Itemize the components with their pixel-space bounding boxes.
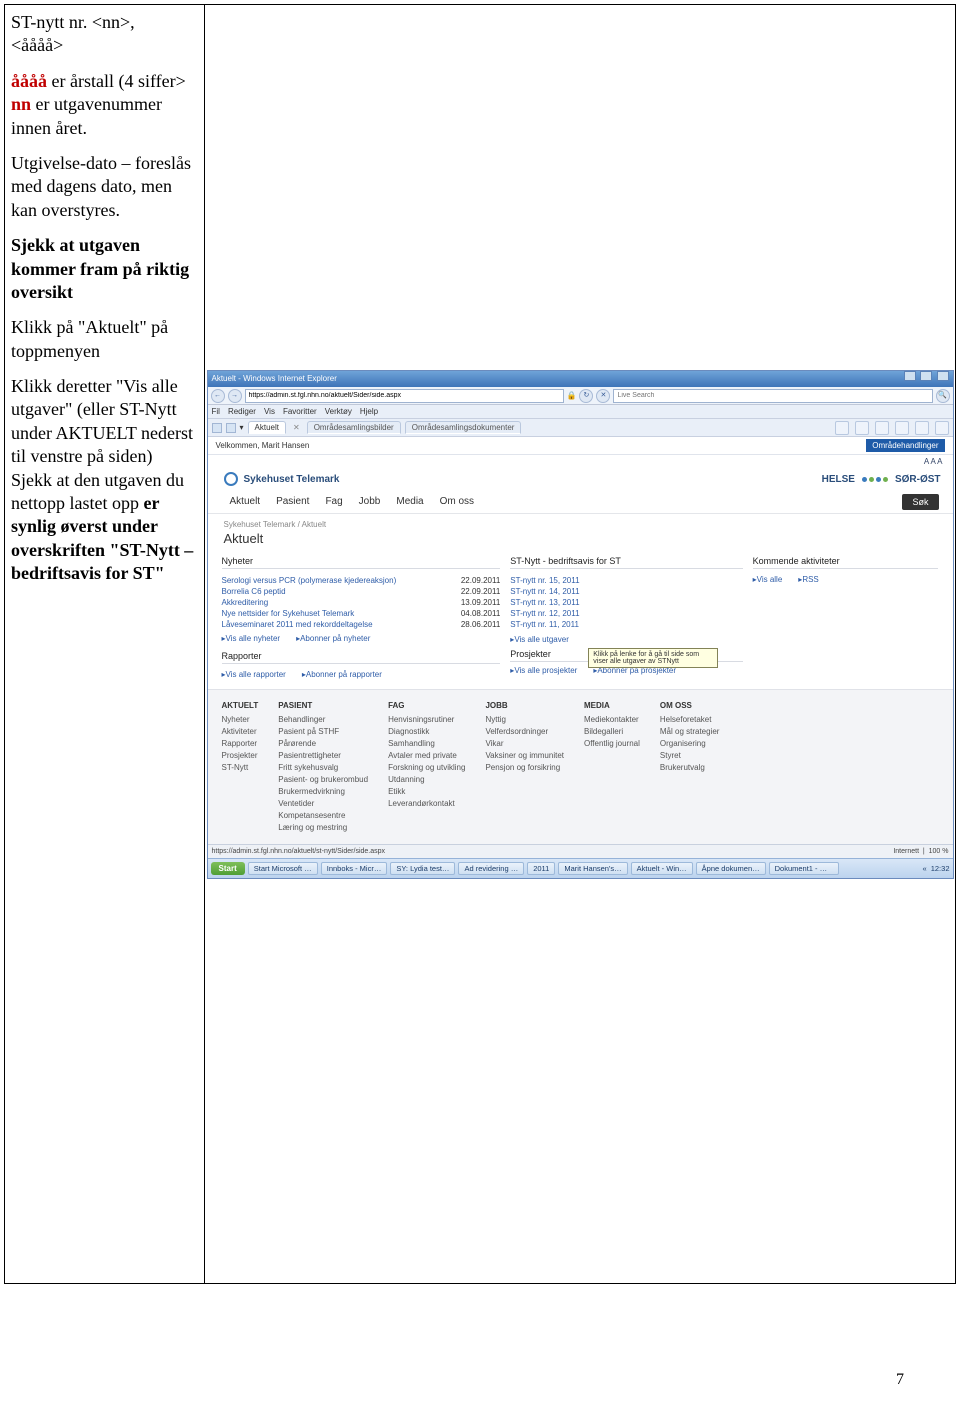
window-titlebar: Aktuelt - Windows Internet Explorer bbox=[208, 371, 953, 387]
refresh-button[interactable]: ↻ bbox=[579, 389, 593, 403]
page-icon[interactable] bbox=[895, 421, 909, 435]
stnytt-item[interactable]: ST-nytt nr. 15, 2011 bbox=[510, 575, 742, 586]
news-item[interactable]: Nye nettsider for Sykehuset Telemark bbox=[222, 609, 355, 618]
lock-icon: 🔒 bbox=[567, 391, 577, 400]
taskbar-item[interactable]: SY: Lydia test… bbox=[390, 862, 455, 875]
left-l7: Klikk på "Aktuelt" på toppmenyen bbox=[11, 317, 168, 360]
search-input[interactable] bbox=[613, 389, 932, 403]
abonner-nyheter-link[interactable]: ▸Abonner på nyheter bbox=[296, 634, 370, 643]
stop-button[interactable]: ✕ bbox=[596, 389, 610, 403]
print-icon[interactable] bbox=[875, 421, 889, 435]
maximize-icon[interactable] bbox=[920, 371, 932, 381]
font-size-controls[interactable]: A A A bbox=[208, 455, 953, 466]
help-icon[interactable] bbox=[935, 421, 949, 435]
ie-screenshot: Aktuelt - Windows Internet Explorer ← → … bbox=[207, 370, 954, 879]
page-number: 7 bbox=[896, 1371, 904, 1389]
left-line1: ST-nytt nr. <nn>, bbox=[11, 12, 135, 32]
news-item[interactable]: Akkreditering bbox=[222, 598, 269, 607]
home-icon[interactable] bbox=[835, 421, 849, 435]
left-red-aaaa: åååå bbox=[11, 71, 47, 91]
feed-icon[interactable] bbox=[855, 421, 869, 435]
tab-close-icon[interactable]: ✕ bbox=[290, 423, 303, 432]
tray-icon[interactable]: « bbox=[923, 864, 927, 873]
vis-alle-nyheter-link[interactable]: ▸Vis alle nyheter bbox=[222, 634, 281, 643]
news-item[interactable]: Låveseminaret 2011 med rekorddeltagelse bbox=[222, 620, 373, 629]
welcome-text: Velkommen, Marit Hansen bbox=[216, 441, 310, 450]
add-fav-icon[interactable] bbox=[226, 423, 236, 433]
taskbar-item[interactable]: Dokument1 - M… bbox=[769, 862, 839, 875]
sok-button[interactable]: Søk bbox=[902, 494, 938, 510]
taskbar-item[interactable]: Aktuelt - Win… bbox=[631, 862, 693, 875]
vis-alle-utgaver-link[interactable]: ▸Vis alle utgaver bbox=[510, 634, 742, 645]
back-button[interactable]: ← bbox=[211, 389, 225, 403]
hospital-logo-icon bbox=[224, 472, 238, 486]
stnytt-item[interactable]: ST-nytt nr. 14, 2011 bbox=[510, 586, 742, 597]
left-l8: Klikk deretter "Vis alle utgaver" (eller… bbox=[11, 376, 193, 466]
rss-link[interactable]: ▸RSS bbox=[798, 575, 818, 584]
tab-aktuelt[interactable]: Aktuelt bbox=[248, 421, 286, 434]
favorites-icon[interactable] bbox=[212, 423, 222, 433]
nyheter-heading: Nyheter bbox=[222, 556, 501, 569]
main-nav[interactable]: AktueltPasientFagJobbMediaOm oss bbox=[222, 490, 483, 513]
window-title: Aktuelt - Windows Internet Explorer bbox=[212, 371, 337, 387]
kommende-heading: Kommende aktiviteter bbox=[753, 556, 939, 569]
tools-icon[interactable] bbox=[915, 421, 929, 435]
tab-omrade-dok[interactable]: Områdesamlingsdokumenter bbox=[405, 421, 522, 434]
status-zoom[interactable]: 100 % bbox=[929, 848, 949, 855]
taskbar-item[interactable]: 2011 bbox=[527, 862, 555, 875]
taskbar-item[interactable]: Åpne dokumen… bbox=[696, 862, 766, 875]
vis-alle-prosjekter-link[interactable]: ▸Vis alle prosjekter bbox=[510, 666, 577, 675]
status-url: https://admin.st.fgl.nhn.no/aktuelt/st-n… bbox=[212, 848, 386, 855]
brand-left: Sykehuset Telemark bbox=[244, 474, 340, 485]
left-l4b: er utgavenummer innen året. bbox=[11, 94, 162, 137]
tab-omrade-bilder[interactable]: Områdesamlingsbilder bbox=[307, 421, 401, 434]
forward-button[interactable]: → bbox=[228, 389, 242, 403]
page-title: Aktuelt bbox=[208, 529, 953, 556]
start-button[interactable]: Start bbox=[211, 862, 245, 875]
vis-alle-link[interactable]: ▸Vis alle bbox=[753, 575, 783, 584]
breadcrumb: Sykehuset Telemark / Aktuelt bbox=[208, 514, 953, 529]
tooltip: Klikk på lenke for å gå til side som vis… bbox=[588, 648, 718, 668]
ie-menubar[interactable]: FilRedigerVisFavoritterVerktøyHjelp bbox=[208, 405, 953, 419]
close-icon[interactable] bbox=[937, 371, 949, 381]
site-actions-button[interactable]: Områdehandlinger bbox=[866, 439, 944, 452]
status-zone: Internett bbox=[893, 848, 919, 855]
left-line2: <åååå> bbox=[11, 35, 63, 55]
address-bar[interactable] bbox=[245, 389, 564, 403]
stnytt-item[interactable]: ST-nytt nr. 12, 2011 bbox=[510, 608, 742, 619]
taskbar-item[interactable]: Innboks - Micr… bbox=[321, 862, 388, 875]
left-l6: Sjekk at utgaven kommer fram på riktig o… bbox=[11, 235, 189, 302]
stnytt-item[interactable]: ST-nytt nr. 11, 2011 bbox=[510, 619, 742, 630]
rapporter-heading: Rapporter bbox=[222, 651, 501, 664]
news-item[interactable]: Borrelia C6 peptid bbox=[222, 587, 286, 596]
vis-alle-rapporter-link[interactable]: ▸Vis alle rapporter bbox=[222, 670, 286, 679]
stnytt-heading: ST-Nytt - bedriftsavis for ST bbox=[510, 556, 742, 569]
stnytt-item[interactable]: ST-nytt nr. 13, 2011 bbox=[510, 597, 742, 608]
left-red-nn: nn bbox=[11, 94, 31, 114]
taskbar-item[interactable]: Marit Hansen's… bbox=[558, 862, 627, 875]
left-l5: Utgivelse-dato – foreslås med dagens dat… bbox=[11, 153, 191, 220]
abonner-rapporter-link[interactable]: ▸Abonner på rapporter bbox=[302, 670, 382, 679]
left-l3b: er årstall (4 siffer> bbox=[47, 71, 186, 91]
taskbar-item[interactable]: Start Microsoft Offic… bbox=[248, 862, 318, 875]
clock: 12:32 bbox=[931, 864, 950, 873]
minimize-icon[interactable] bbox=[904, 371, 916, 381]
news-item[interactable]: Serologi versus PCR (polymerase kjederea… bbox=[222, 576, 397, 585]
search-go-button[interactable]: 🔍 bbox=[936, 389, 950, 403]
taskbar-item[interactable]: Ad revidering … bbox=[458, 862, 524, 875]
